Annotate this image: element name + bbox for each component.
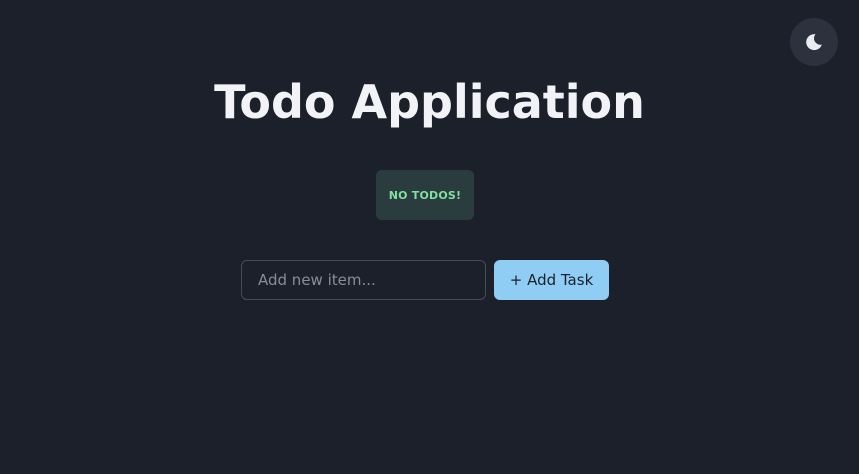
- add-task-button[interactable]: + Add Task: [494, 260, 609, 300]
- new-task-input[interactable]: [241, 260, 486, 300]
- moon-icon: [804, 32, 824, 52]
- todo-page: Todo Application NO TODOS! + Add Task: [0, 0, 859, 474]
- theme-toggle-button[interactable]: [790, 18, 838, 66]
- empty-state-badge: NO TODOS!: [376, 170, 474, 220]
- page-title: Todo Application: [214, 75, 645, 129]
